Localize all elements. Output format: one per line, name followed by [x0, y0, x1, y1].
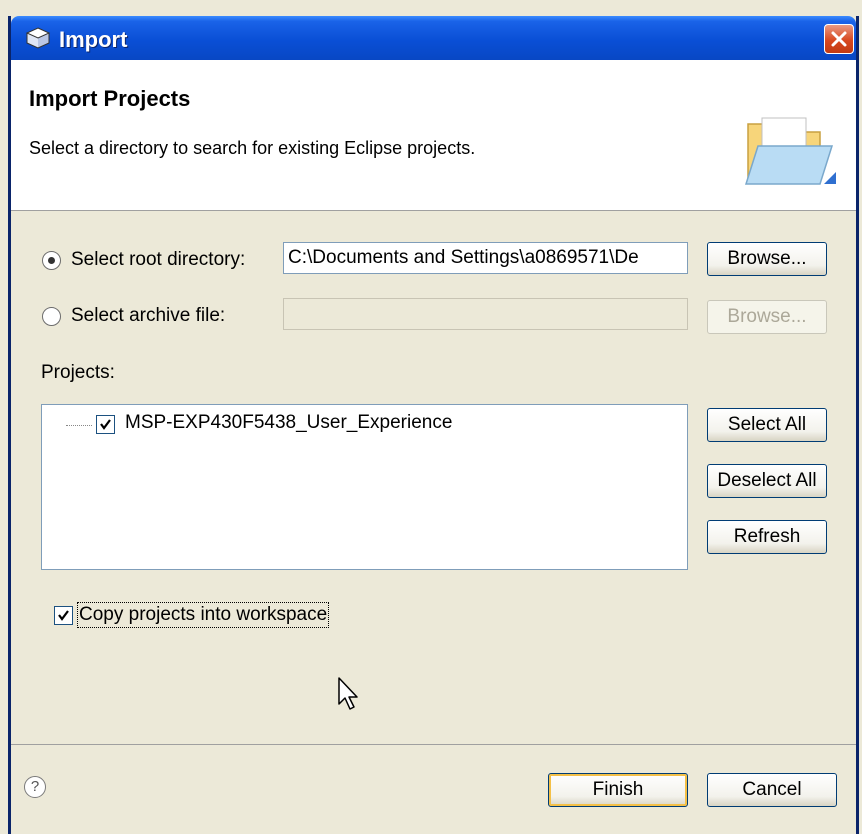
browse-root-button[interactable]: Browse...: [707, 242, 827, 276]
mouse-pointer-icon: [338, 677, 358, 710]
title-bar[interactable]: Import: [11, 16, 856, 60]
select-all-button[interactable]: Select All: [707, 408, 827, 442]
cancel-button[interactable]: Cancel: [707, 773, 837, 807]
page-title: Import Projects: [29, 86, 191, 111]
root-directory-label[interactable]: Select root directory:: [71, 249, 245, 271]
help-icon[interactable]: ?: [24, 776, 46, 798]
browse-archive-button[interactable]: Browse...: [707, 300, 827, 334]
page-description: Select a directory to search for existin…: [29, 138, 476, 158]
folder-icon: [744, 117, 836, 185]
footer-separator: [11, 744, 856, 745]
project-checkbox[interactable]: [96, 415, 115, 434]
close-icon: [831, 31, 847, 47]
root-directory-field[interactable]: C:\Documents and Settings\a0869571\De: [283, 242, 688, 274]
list-item[interactable]: MSP-EXP430F5438_User_Experience: [125, 412, 452, 434]
window-title: Import: [59, 27, 128, 52]
projects-label: Projects:: [41, 362, 115, 383]
finish-button[interactable]: Finish: [548, 773, 688, 807]
close-button[interactable]: [824, 24, 854, 54]
copy-into-workspace-label[interactable]: Copy projects into workspace: [76, 602, 330, 628]
refresh-button[interactable]: Refresh: [707, 520, 827, 554]
import-wizard-icon: [25, 27, 51, 49]
wizard-header: Import Projects Select a directory to se…: [11, 60, 856, 211]
import-dialog: Import Import Projects Select a director…: [8, 16, 859, 834]
archive-file-field[interactable]: [283, 298, 688, 330]
archive-file-label[interactable]: Select archive file:: [71, 305, 225, 327]
tree-connector: [66, 425, 92, 426]
archive-file-radio[interactable]: [42, 307, 61, 326]
root-directory-radio[interactable]: [42, 251, 61, 270]
deselect-all-button[interactable]: Deselect All: [707, 464, 827, 498]
projects-list[interactable]: MSP-EXP430F5438_User_Experience: [41, 404, 688, 570]
copy-into-workspace-checkbox[interactable]: [54, 606, 73, 625]
